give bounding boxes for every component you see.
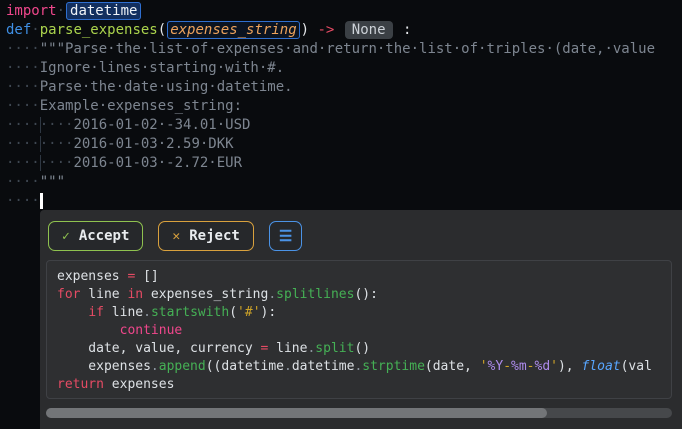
- code-line: ····"""Parse·the·list·of·expenses·and·re…: [6, 41, 656, 57]
- code-line: return expenses: [57, 377, 175, 392]
- code-line: ····""": [6, 174, 66, 190]
- code-line: if line.startswith('#'):: [88, 305, 277, 320]
- more-options-button[interactable]: ☰: [268, 221, 303, 251]
- text-cursor: [39, 193, 43, 209]
- reject-button[interactable]: ✕ Reject: [158, 221, 254, 251]
- reject-button-label: Reject: [189, 228, 240, 244]
- suggestion-actions-row: ✓ Accept ✕ Reject ☰: [40, 210, 682, 251]
- code-line: ········2016-01-03·-2.72·EUR: [6, 155, 243, 171]
- accept-button-label: Accept: [78, 228, 130, 244]
- check-icon: ✓: [62, 228, 70, 244]
- code-line: ····: [6, 192, 682, 210]
- code-line: ····Parse·the·date·using·datetime.: [6, 79, 293, 95]
- code-line: expenses = []: [57, 269, 159, 284]
- accept-button[interactable]: ✓ Accept: [48, 221, 144, 251]
- code-line: continue: [119, 323, 183, 338]
- code-line: ····Example·expenses_string:: [6, 98, 243, 114]
- suggested-code-block: expenses = [] for line in expenses_string…: [46, 260, 672, 399]
- code-editor[interactable]: import· datetime def·parse_expenses(expens…: [0, 0, 682, 210]
- code-line: import· datetime: [6, 2, 682, 21]
- x-icon: ✕: [172, 228, 181, 244]
- code-line: expenses.append((datetime.datetime.strpt…: [57, 359, 652, 374]
- code-line: ········2016-01-03·2.59·DKK: [6, 136, 234, 152]
- code-line: def·parse_expenses(expenses_string) -> N…: [6, 21, 412, 39]
- code-line: date, value, currency = line.split(): [57, 341, 371, 356]
- horizontal-scrollbar-thumb[interactable]: [46, 408, 547, 418]
- code-line: ····Ignore·lines·starting·with·#.: [6, 60, 285, 76]
- copilot-suggestion-panel: ✓ Accept ✕ Reject ☰ expenses = [] for lin…: [40, 210, 682, 429]
- hamburger-menu-icon: ☰: [278, 227, 293, 245]
- code-line: for line in expenses_string.splitlines()…: [57, 287, 378, 302]
- code-line: ········2016-01-02·-34.01·USD: [6, 117, 251, 133]
- horizontal-scrollbar-track[interactable]: [46, 408, 672, 418]
